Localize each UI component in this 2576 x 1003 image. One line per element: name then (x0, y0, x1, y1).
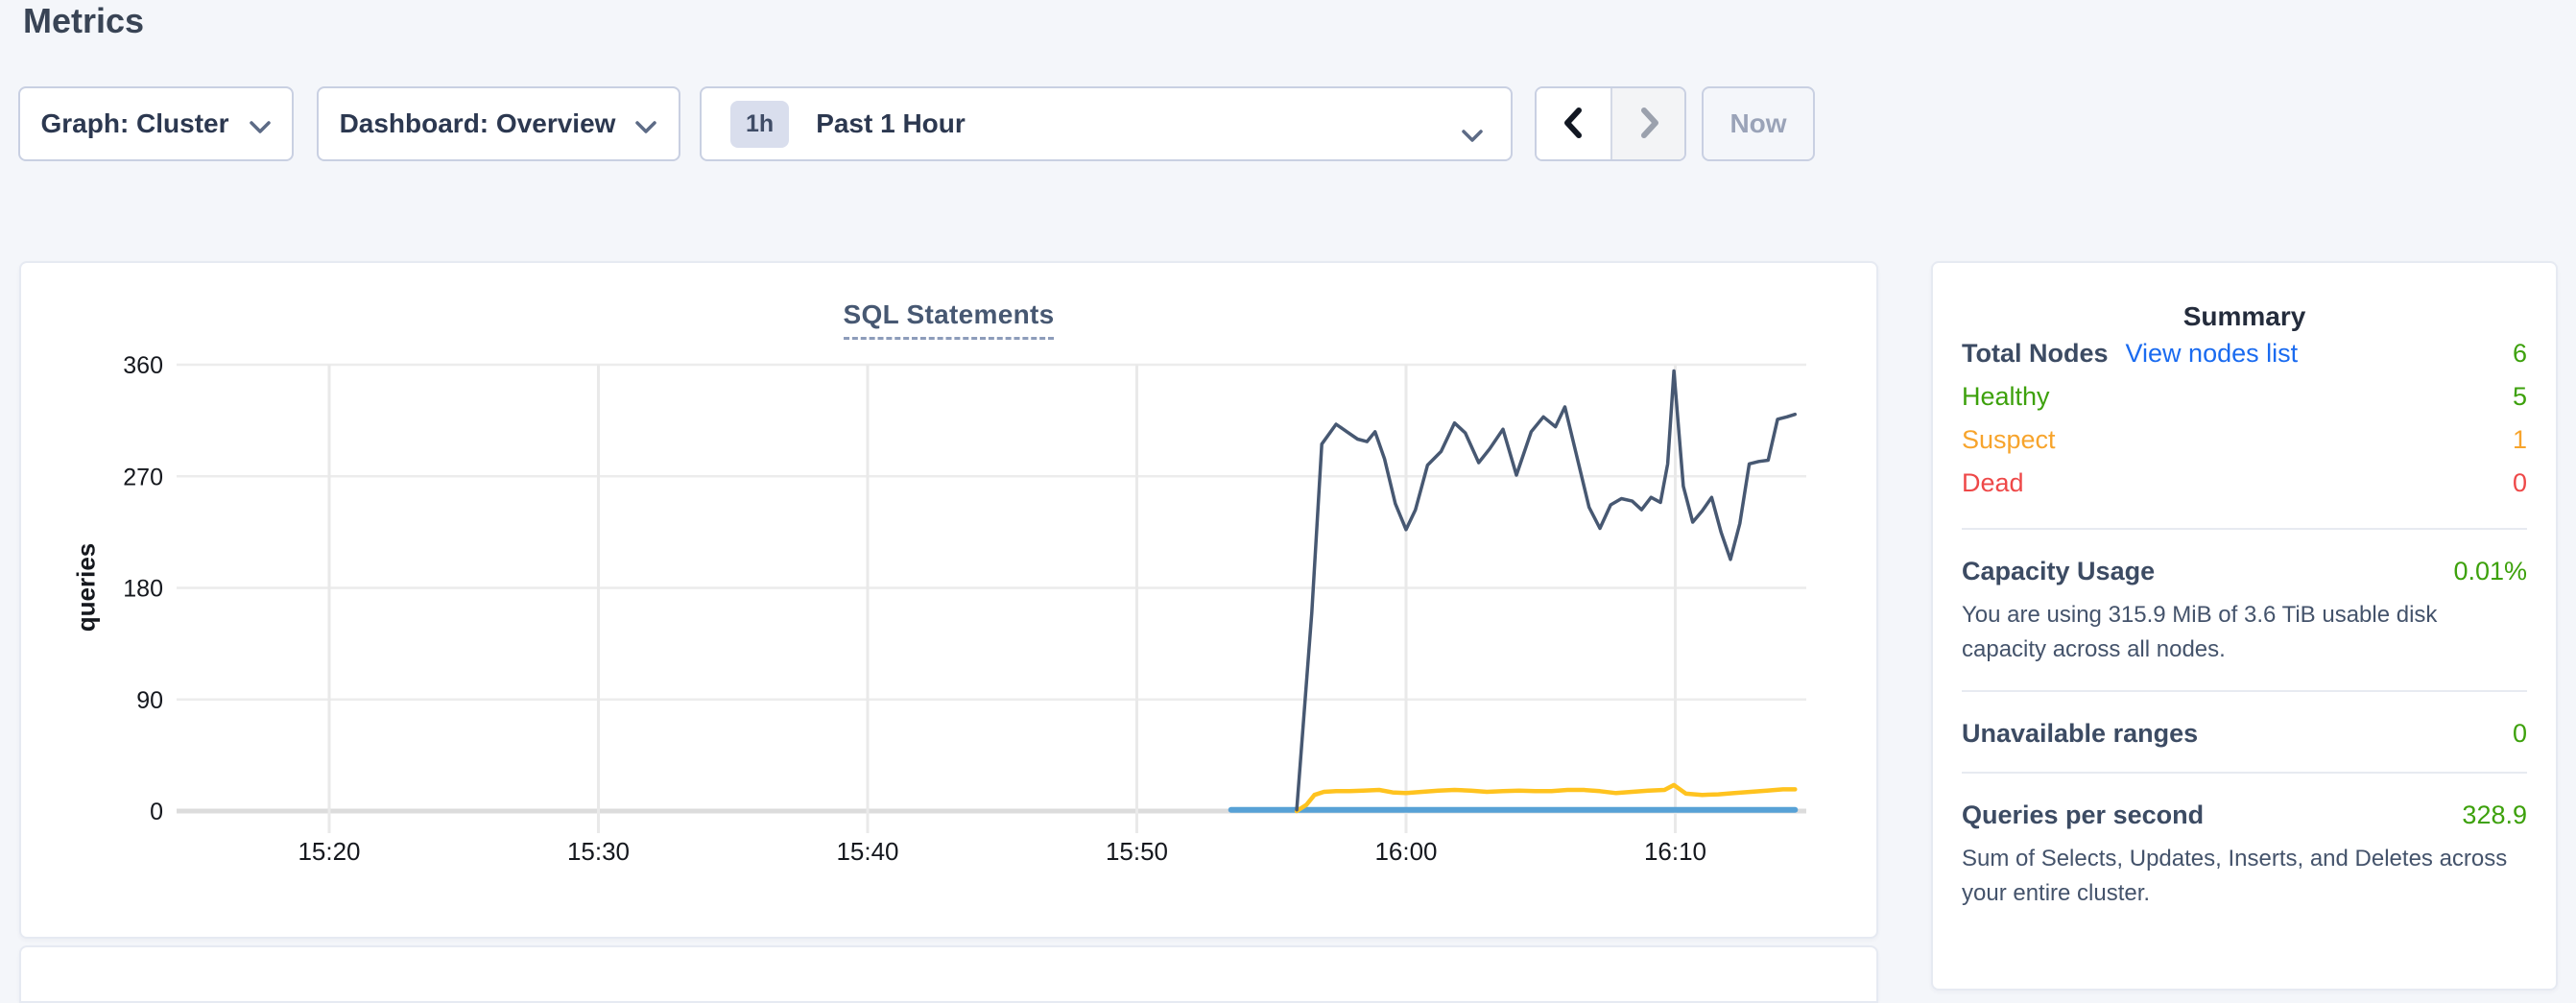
graph-dropdown-label: Graph: Cluster (40, 108, 228, 139)
time-window-prev-button[interactable] (1537, 88, 1610, 159)
unavailable-ranges-value: 0 (2513, 719, 2527, 749)
chevron-down-icon (249, 110, 272, 141)
dashboard-dropdown[interactable]: Dashboard: Overview (317, 86, 680, 161)
svg-text:180: 180 (123, 576, 163, 603)
sql-statements-chart-card: 0 90 180 270 360 15:20 15:30 15:40 15:50 16:00 16:… (19, 261, 1878, 939)
now-button[interactable]: Now (1702, 86, 1815, 161)
page-title: Metrics (23, 0, 144, 44)
svg-text:0: 0 (150, 799, 163, 825)
unavailable-ranges-section: Unavailable ranges 0 (1962, 692, 2527, 749)
next-chart-card (19, 945, 1878, 1003)
view-nodes-list-link[interactable]: View nodes list (2126, 339, 2299, 369)
time-window-next-button[interactable] (1610, 88, 1684, 159)
y-axis-label: queries (72, 543, 102, 633)
queries-per-second-section: Queries per second 328.9 Sum of Selects,… (1962, 774, 2527, 911)
capacity-usage-value: 0.01% (2453, 557, 2527, 586)
dead-label: Dead (1962, 468, 2024, 498)
svg-text:15:20: 15:20 (298, 837, 360, 866)
suspect-value: 1 (2513, 425, 2527, 455)
queries-per-second-description: Sum of Selects, Updates, Inserts, and De… (1962, 842, 2527, 911)
svg-text:270: 270 (123, 464, 163, 490)
healthy-label: Healthy (1962, 382, 2050, 412)
time-window-nav-group (1535, 86, 1686, 161)
summary-panel: Summary Total Nodes View nodes list 6 He… (1931, 261, 2558, 991)
chevron-right-icon (1635, 106, 1662, 143)
svg-text:360: 360 (123, 352, 163, 379)
queries-per-second-label: Queries per second (1962, 800, 2204, 830)
graph-dropdown[interactable]: Graph: Cluster (18, 86, 294, 161)
chevron-left-icon (1561, 106, 1587, 143)
time-range-badge: 1h (730, 101, 789, 148)
time-range-selector[interactable]: 1h Past 1 Hour (700, 86, 1513, 161)
capacity-usage-section: Capacity Usage 0.01% You are using 315.9… (1962, 530, 2527, 667)
healthy-value: 5 (2513, 382, 2527, 412)
svg-text:16:00: 16:00 (1374, 837, 1437, 866)
summary-row-dead: Dead 0 (1962, 462, 2527, 505)
chart-title[interactable]: SQL Statements (844, 299, 1055, 340)
capacity-usage-description: You are using 315.9 MiB of 3.6 TiB usabl… (1962, 598, 2527, 667)
svg-text:15:40: 15:40 (836, 837, 898, 866)
chevron-down-icon (1461, 119, 1484, 150)
total-nodes-value: 6 (2513, 339, 2527, 369)
summary-row-healthy: Healthy 5 (1962, 375, 2527, 418)
suspect-label: Suspect (1962, 425, 2056, 455)
chevron-down-icon (634, 110, 657, 141)
svg-text:15:30: 15:30 (567, 837, 630, 866)
dashboard-dropdown-label: Dashboard: Overview (340, 108, 616, 139)
sql-statements-chart[interactable]: 0 90 180 270 360 15:20 15:30 15:40 15:50 16:00 16:… (21, 263, 1876, 937)
total-nodes-label: Total Nodes (1962, 339, 2109, 369)
queries-per-second-value: 328.9 (2462, 800, 2527, 830)
summary-row-suspect: Suspect 1 (1962, 418, 2527, 462)
dead-value: 0 (2513, 468, 2527, 498)
svg-text:15:50: 15:50 (1106, 837, 1168, 866)
summary-row-total-nodes: Total Nodes View nodes list 6 (1962, 332, 2527, 375)
svg-text:90: 90 (136, 687, 163, 714)
now-button-label: Now (1729, 108, 1786, 139)
svg-text:16:10: 16:10 (1644, 837, 1706, 866)
summary-title: Summary (1962, 263, 2527, 332)
unavailable-ranges-label: Unavailable ranges (1962, 719, 2198, 749)
capacity-usage-label: Capacity Usage (1962, 557, 2155, 586)
time-range-label: Past 1 Hour (816, 108, 966, 139)
